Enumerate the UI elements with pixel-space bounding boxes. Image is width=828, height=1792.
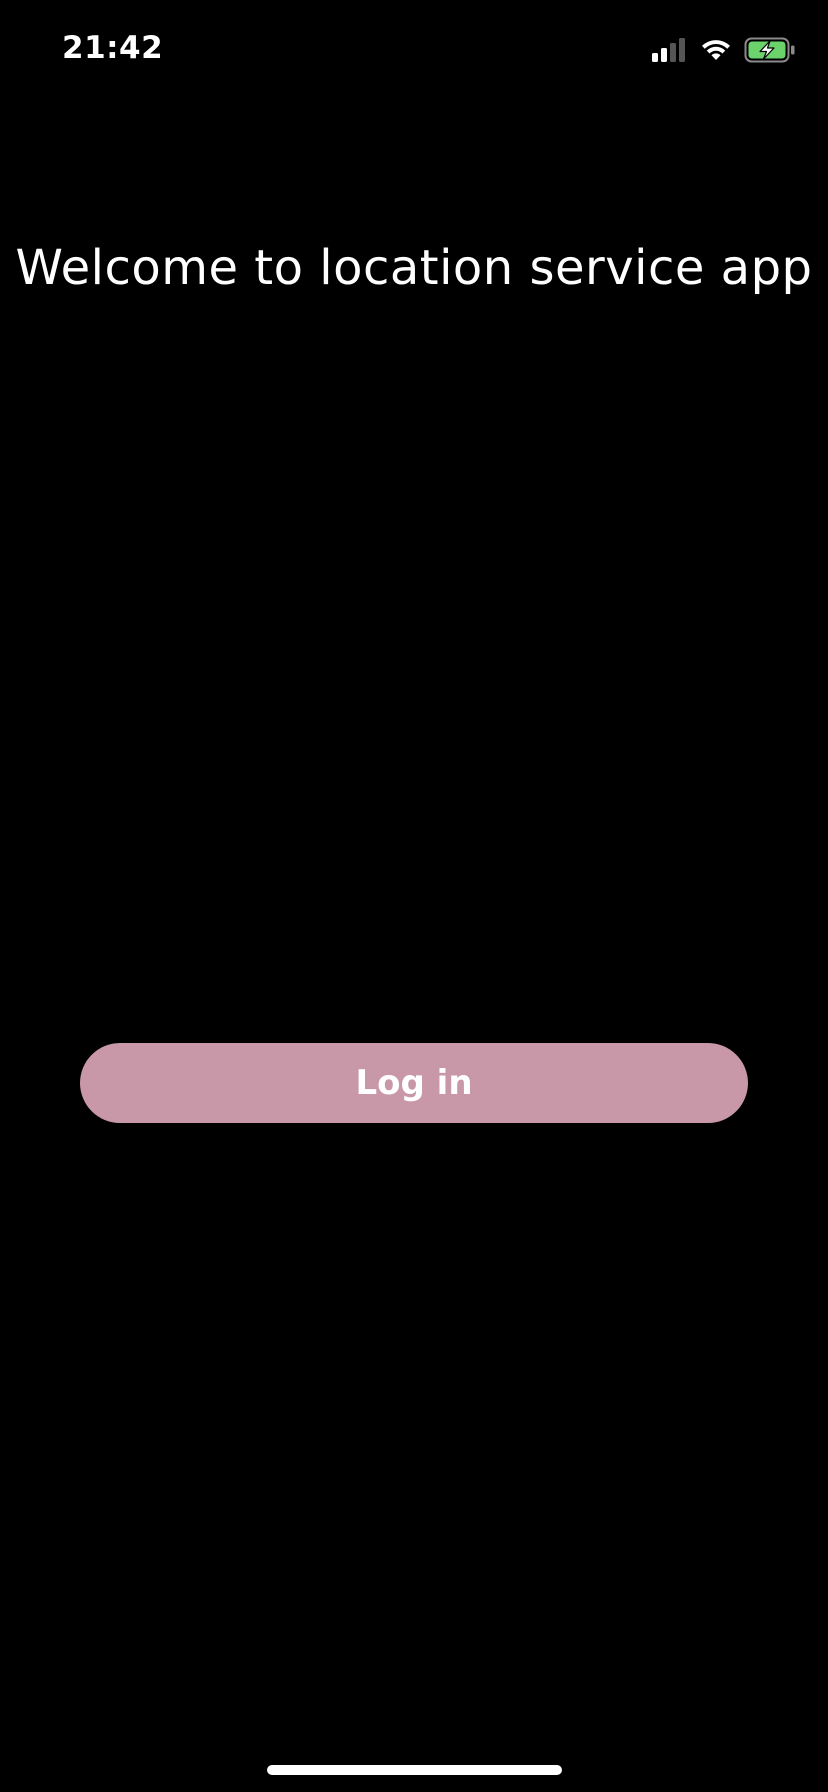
battery-charging-icon bbox=[744, 37, 796, 63]
cellular-signal-icon bbox=[652, 38, 688, 62]
welcome-title: Welcome to location service app bbox=[15, 240, 813, 296]
status-bar: 21:42 bbox=[0, 0, 828, 100]
home-indicator[interactable] bbox=[267, 1765, 562, 1775]
status-icons bbox=[652, 36, 796, 64]
status-time: 21:42 bbox=[62, 30, 164, 66]
login-button[interactable]: Log in bbox=[80, 1043, 748, 1123]
wifi-icon bbox=[700, 38, 732, 62]
